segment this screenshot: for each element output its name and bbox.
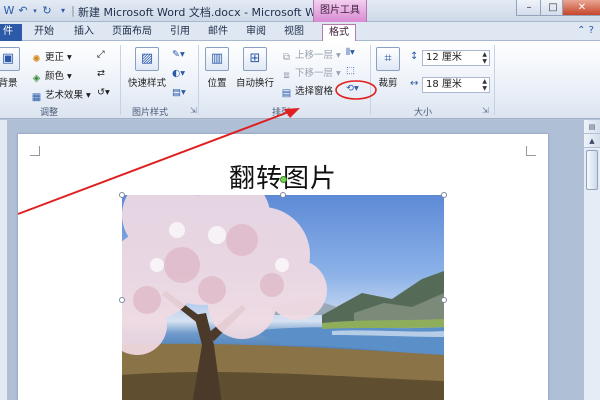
width-icon: ↔: [410, 78, 419, 89]
position-label: 位置: [207, 78, 227, 89]
wrap-text-label: 自动换行: [235, 78, 274, 89]
group-label-size: 大小: [414, 108, 433, 118]
picture-styles-launcher-icon[interactable]: ⇲: [190, 106, 197, 115]
remove-background-label: 背景: [0, 78, 18, 89]
group-objects-icon[interactable]: ⬚: [346, 65, 355, 76]
quick-styles-icon: ▨: [135, 47, 159, 71]
ribbon: ▣ 背景 ✺ 更正 ▾ ◈ 颜色 ▾ ▦ 艺术效果 ▾ ⤢ ⇄ ↺▾ 调整 ▨ 快速样…: [0, 41, 600, 119]
picture-tools-context-label: 图片工具: [313, 0, 367, 22]
wrap-text-button[interactable]: ⊞ 自动换行: [234, 47, 276, 89]
help-icon[interactable]: ⌃ ?: [577, 25, 594, 36]
bring-forward-icon: ⧉: [282, 52, 291, 63]
tab-home[interactable]: 开始: [28, 24, 60, 41]
corrections-icon: ✺: [32, 54, 41, 65]
group-separator: [370, 45, 371, 115]
send-backward-icon: ⧈: [283, 70, 290, 81]
bring-forward-button[interactable]: ⧉ 上移一层 ▾: [280, 47, 341, 64]
group-label-adjust: 调整: [40, 108, 59, 118]
quick-styles-label: 快速样式: [127, 78, 166, 89]
minimize-button[interactable]: –: [516, 0, 542, 16]
height-input[interactable]: 12 厘米 ▲ ▼: [422, 50, 490, 66]
vertical-scrollbar[interactable]: ▤ ▲: [583, 120, 600, 400]
remove-background-icon: ▣: [0, 47, 20, 71]
group-label-picture-styles: 图片样式: [132, 108, 169, 118]
crop-button[interactable]: ⌗ 裁剪: [374, 47, 402, 89]
tab-review[interactable]: 审阅: [240, 24, 272, 41]
close-button[interactable]: ✕: [562, 0, 600, 16]
height-stepper-icon[interactable]: ▲ ▼: [482, 51, 487, 65]
tab-view[interactable]: 视图: [278, 24, 310, 41]
tab-references[interactable]: 引用: [164, 24, 196, 41]
width-value: 18 厘米: [426, 79, 462, 90]
ruler-toggle-icon[interactable]: ▤: [584, 120, 600, 134]
size-launcher-icon[interactable]: ⇲: [482, 106, 489, 115]
bring-forward-label: 上移一层: [295, 50, 334, 61]
margin-corner-mark: [30, 146, 40, 156]
width-stepper-icon[interactable]: ▲ ▼: [482, 78, 487, 92]
tab-format[interactable]: 格式: [322, 24, 356, 41]
height-value: 12 厘米: [426, 52, 462, 63]
resize-handle-top-right[interactable]: [441, 192, 447, 198]
title-bar: W ↶ ▾ ↻ ▾ | 新建 Microsoft Word 文档.docx - …: [0, 0, 600, 22]
tab-mailings[interactable]: 邮件: [202, 24, 234, 41]
artistic-effects-label: 艺术效果: [45, 90, 84, 101]
picture-effects-icon[interactable]: ◐▾: [172, 68, 185, 79]
color-icon: ◈: [32, 73, 41, 84]
resize-handle-left[interactable]: [119, 297, 125, 303]
picture-layout-icon[interactable]: ▤▾: [172, 87, 186, 98]
rotate-handle[interactable]: [280, 176, 287, 183]
word-app-icon[interactable]: W: [2, 4, 16, 18]
landscape-photo: [122, 195, 444, 400]
crop-icon: ⌗: [376, 47, 400, 71]
tab-insert[interactable]: 插入: [68, 24, 100, 41]
compress-pictures-icon[interactable]: ⤢: [97, 49, 105, 60]
margin-corner-mark: [526, 146, 536, 156]
group-separator: [494, 45, 495, 115]
remove-background-button[interactable]: ▣ 背景: [0, 47, 22, 89]
corrections-label: 更正: [45, 52, 65, 63]
document-page[interactable]: 翻转图片: [18, 134, 548, 400]
quick-styles-button[interactable]: ▨ 快速样式: [124, 47, 170, 89]
selection-pane-button[interactable]: ▤ 选择窗格: [280, 83, 333, 100]
redo-icon[interactable]: ↻: [40, 4, 54, 18]
artistic-effects-icon: ▦: [31, 92, 42, 103]
picture-border-icon[interactable]: ✎▾: [172, 49, 185, 60]
selection-pane-icon: ▤: [281, 88, 292, 99]
group-label-arrange: 排列: [272, 108, 291, 118]
change-picture-icon[interactable]: ⇄: [97, 68, 105, 79]
group-separator: [198, 45, 199, 115]
position-icon: ▥: [205, 47, 229, 71]
resize-handle-top-left[interactable]: [119, 192, 125, 198]
selection-pane-label: 选择窗格: [295, 86, 334, 97]
reset-picture-icon[interactable]: ↺▾: [97, 87, 110, 98]
ribbon-tab-row: 件 开始 插入 页面布局 引用 邮件 审阅 视图 格式 ⌃ ?: [0, 22, 600, 41]
color-label: 颜色: [45, 71, 65, 82]
rotate-icon[interactable]: ⟲▾: [346, 83, 359, 94]
resize-handle-right[interactable]: [441, 297, 447, 303]
vertical-ruler: [0, 120, 8, 400]
tab-page-layout[interactable]: 页面布局: [106, 24, 158, 41]
position-button[interactable]: ▥ 位置: [202, 47, 232, 89]
height-icon: ↕: [410, 51, 419, 62]
align-icon[interactable]: ⫴▾: [346, 47, 355, 58]
send-backward-label: 下移一层: [295, 68, 334, 79]
width-input[interactable]: 18 厘米 ▲ ▼: [422, 77, 490, 93]
wrap-text-icon: ⊞: [243, 47, 267, 71]
group-separator: [120, 45, 121, 115]
send-backward-button[interactable]: ⧈ 下移一层 ▾: [280, 65, 341, 82]
selected-picture[interactable]: [122, 195, 444, 400]
scroll-up-icon[interactable]: ▲: [584, 134, 600, 148]
scroll-thumb[interactable]: [586, 150, 598, 190]
resize-handle-top[interactable]: [280, 192, 286, 198]
artistic-effects-button[interactable]: ▦ 艺术效果 ▾: [30, 87, 91, 104]
window-title: 新建 Microsoft Word 文档.docx - Microsoft W.…: [78, 6, 326, 19]
crop-label: 裁剪: [378, 78, 398, 89]
tab-file[interactable]: 件: [0, 24, 22, 41]
color-button[interactable]: ◈ 颜色 ▾: [30, 68, 72, 85]
corrections-button[interactable]: ✺ 更正 ▾: [30, 49, 72, 66]
